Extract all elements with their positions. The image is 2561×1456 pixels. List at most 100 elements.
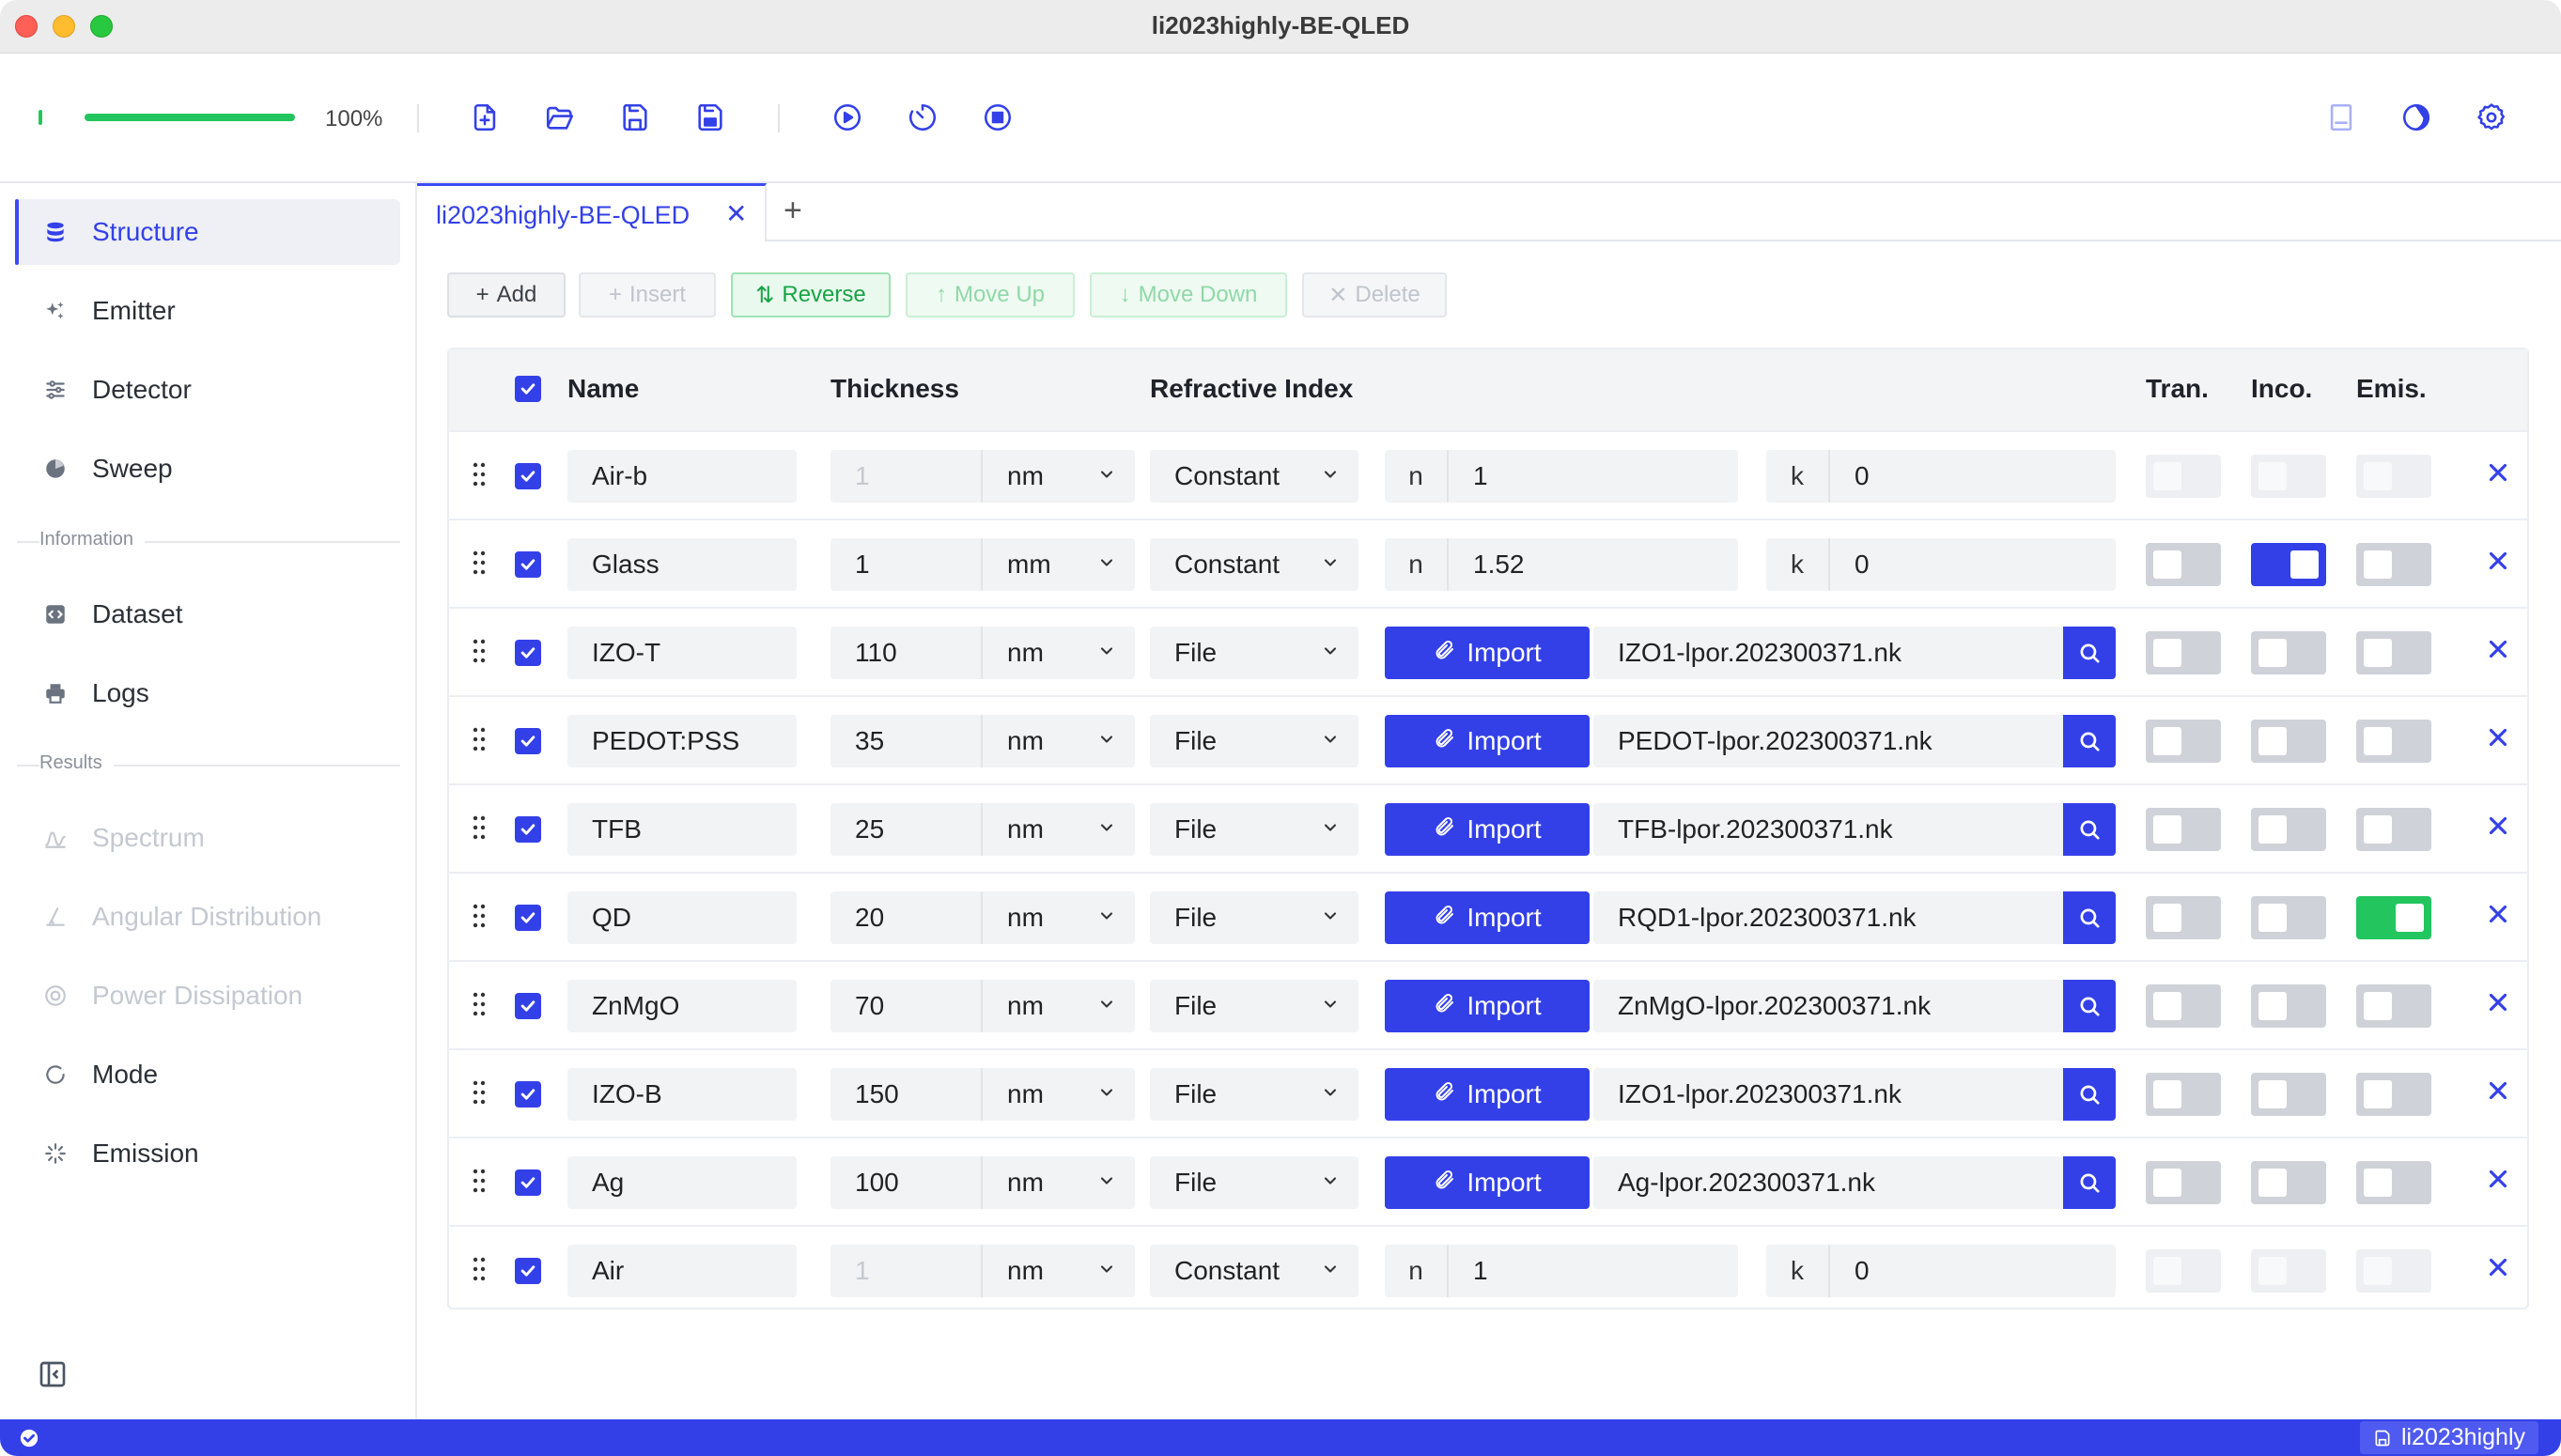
layer-name-input[interactable]: TFB [567, 803, 797, 856]
unit-select[interactable]: nm [983, 1156, 1135, 1209]
sidebar-item-spectrum[interactable]: Spectrum [15, 805, 400, 871]
index-mode-select[interactable]: Constant [1150, 450, 1358, 503]
inco-toggle[interactable] [2251, 720, 2326, 763]
tran-toggle[interactable] [2146, 896, 2221, 939]
tran-toggle[interactable] [2146, 808, 2221, 851]
emis-toggle[interactable] [2356, 1073, 2431, 1116]
row-checkbox[interactable] [515, 1081, 541, 1107]
emis-toggle[interactable] [2356, 984, 2431, 1028]
import-button[interactable]: Import [1385, 980, 1590, 1032]
sidebar-item-emitter[interactable]: Emitter [15, 278, 400, 344]
drag-handle-icon[interactable] [472, 813, 487, 842]
sidebar-item-power-dissipation[interactable]: Power Dissipation [15, 963, 400, 1029]
timer-icon[interactable] [904, 99, 941, 136]
import-button[interactable]: Import [1385, 1156, 1590, 1209]
move-up-button[interactable]: ↑ Move Up [906, 272, 1075, 318]
stop-icon[interactable] [979, 99, 1017, 136]
emis-toggle[interactable] [2356, 455, 2431, 498]
emis-toggle[interactable] [2356, 1249, 2431, 1293]
index-mode-select[interactable]: Constant [1150, 1245, 1358, 1297]
open-folder-icon[interactable] [541, 99, 579, 136]
layer-name-input[interactable]: Air [567, 1245, 797, 1297]
drag-handle-icon[interactable] [472, 460, 487, 488]
sidebar-item-mode[interactable]: Mode [15, 1042, 400, 1107]
search-icon[interactable] [2063, 715, 2116, 767]
search-icon[interactable] [2063, 980, 2116, 1032]
sidebar-item-logs[interactable]: Logs [15, 660, 400, 726]
book-icon[interactable] [2322, 99, 2360, 136]
emis-toggle[interactable] [2356, 896, 2431, 939]
n-input[interactable]: 1 [1449, 450, 1738, 503]
inco-toggle[interactable] [2251, 808, 2326, 851]
sidebar-item-angular-distribution[interactable]: Angular Distribution [15, 884, 400, 950]
drag-handle-icon[interactable] [472, 1078, 487, 1107]
layer-name-input[interactable]: IZO-T [567, 627, 797, 679]
import-button[interactable]: Import [1385, 891, 1590, 944]
tran-toggle[interactable] [2146, 1161, 2221, 1204]
inco-toggle[interactable] [2251, 455, 2326, 498]
index-mode-select[interactable]: File [1150, 803, 1358, 856]
unit-select[interactable]: nm [983, 627, 1135, 679]
index-mode-select[interactable]: File [1150, 627, 1358, 679]
unit-select[interactable]: nm [983, 450, 1135, 503]
search-icon[interactable] [2063, 803, 2116, 856]
select-all-checkbox[interactable] [515, 376, 541, 402]
search-icon[interactable] [2063, 1156, 2116, 1209]
drag-handle-icon[interactable] [472, 1167, 487, 1195]
layer-name-input[interactable]: Air-b [567, 450, 797, 503]
inco-toggle[interactable] [2251, 1249, 2326, 1293]
tran-toggle[interactable] [2146, 543, 2221, 586]
delete-row-icon[interactable] [2484, 1253, 2512, 1281]
unit-select[interactable]: nm [983, 1245, 1135, 1297]
save-icon[interactable] [616, 99, 654, 136]
drag-handle-icon[interactable] [472, 637, 487, 665]
n-input[interactable]: 1 [1449, 1245, 1738, 1297]
new-file-icon[interactable] [466, 99, 504, 136]
index-mode-select[interactable]: File [1150, 1156, 1358, 1209]
k-input[interactable]: 0 [1830, 1245, 2116, 1297]
delete-row-icon[interactable] [2484, 988, 2512, 1016]
row-checkbox[interactable] [515, 463, 541, 489]
index-mode-select[interactable]: File [1150, 980, 1358, 1032]
unit-select[interactable]: mm [983, 538, 1135, 591]
import-button[interactable]: Import [1385, 1068, 1590, 1121]
sidebar-collapse-icon[interactable] [38, 1359, 68, 1389]
delete-button[interactable]: ✕ Delete [1302, 272, 1447, 318]
delete-row-icon[interactable] [2484, 812, 2512, 840]
nk-file-field[interactable]: PEDOT-lpor.202300371.nk [1593, 715, 2063, 767]
layer-name-input[interactable]: PEDOT:PSS [567, 715, 797, 767]
search-icon[interactable] [2063, 627, 2116, 679]
index-mode-select[interactable]: Constant [1150, 538, 1358, 591]
inco-toggle[interactable] [2251, 1161, 2326, 1204]
add-tab-icon[interactable]: + [784, 193, 802, 229]
n-input[interactable]: 1.52 [1449, 538, 1738, 591]
row-checkbox[interactable] [515, 993, 541, 1019]
nk-file-field[interactable]: TFB-lpor.202300371.nk [1593, 803, 2063, 856]
drag-handle-icon[interactable] [472, 990, 487, 1018]
tab-close-icon[interactable]: ✕ [725, 201, 747, 227]
search-icon[interactable] [2063, 891, 2116, 944]
delete-row-icon[interactable] [2484, 723, 2512, 751]
run-icon[interactable] [829, 99, 866, 136]
status-project[interactable]: li2023highly [2359, 1421, 2538, 1454]
delete-row-icon[interactable] [2484, 1077, 2512, 1105]
sidebar-item-emission[interactable]: Emission [15, 1121, 400, 1186]
layer-name-input[interactable]: QD [567, 891, 797, 944]
tran-toggle[interactable] [2146, 720, 2221, 763]
insert-button[interactable]: + Insert [579, 272, 716, 318]
emis-toggle[interactable] [2356, 543, 2431, 586]
row-checkbox[interactable] [515, 905, 541, 931]
nk-file-field[interactable]: RQD1-lpor.202300371.nk [1593, 891, 2063, 944]
unit-select[interactable]: nm [983, 1068, 1135, 1121]
unit-select[interactable]: nm [983, 891, 1135, 944]
tran-toggle[interactable] [2146, 1073, 2221, 1116]
row-checkbox[interactable] [515, 728, 541, 754]
tran-toggle[interactable] [2146, 631, 2221, 674]
emis-toggle[interactable] [2356, 720, 2431, 763]
sidebar-item-dataset[interactable]: Dataset [15, 581, 400, 647]
index-mode-select[interactable]: File [1150, 891, 1358, 944]
row-checkbox[interactable] [515, 551, 541, 578]
sidebar-item-detector[interactable]: Detector [15, 357, 400, 423]
tran-toggle[interactable] [2146, 455, 2221, 498]
nk-file-field[interactable]: IZO1-lpor.202300371.nk [1593, 627, 2063, 679]
